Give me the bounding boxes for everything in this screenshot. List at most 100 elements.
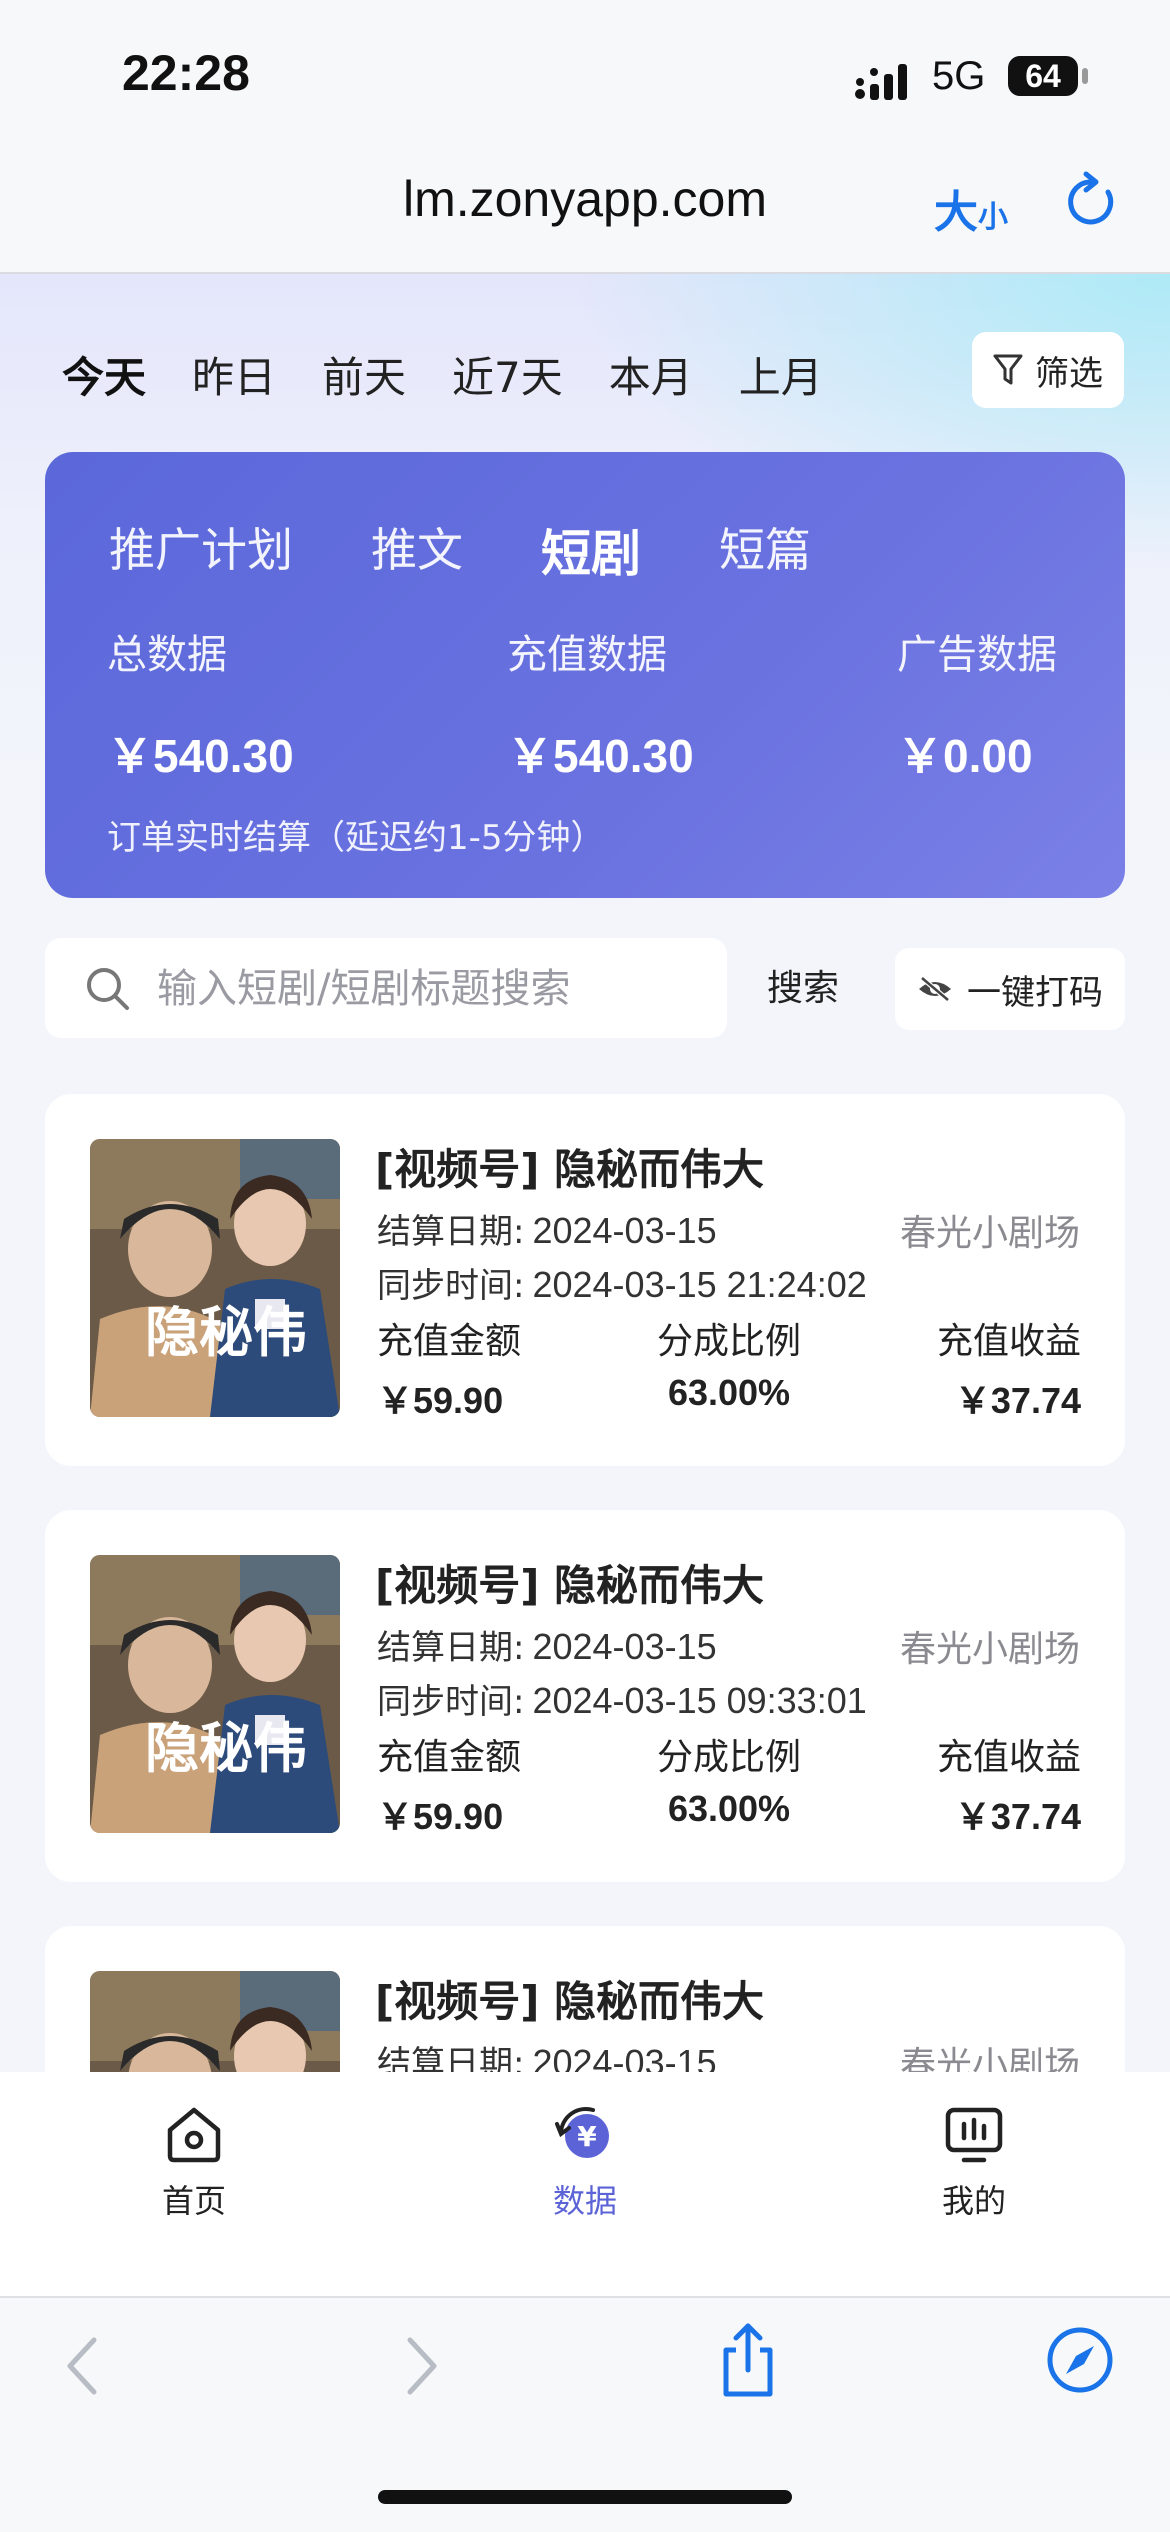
- home-icon: [167, 2107, 221, 2163]
- filter-icon: [993, 354, 1023, 385]
- tab-article[interactable]: 推文: [371, 514, 463, 586]
- stat-ads-label: 广告数据: [897, 632, 1057, 678]
- tab-home[interactable]: 首页: [94, 2102, 294, 2222]
- drama-poster: 隐秘伟: [90, 1555, 340, 1833]
- stat-ads-value: ￥0.00: [897, 730, 1033, 782]
- text-size-button[interactable]: 大小: [934, 176, 1008, 240]
- search-input[interactable]: [155, 958, 699, 1020]
- income-value: ￥37.74: [954, 1380, 1081, 1421]
- status-time: 22:28: [122, 45, 250, 101]
- order-title: [视频号] 隐秘而伟大: [375, 1145, 765, 1194]
- text-size-small: 小: [978, 200, 1008, 235]
- address-bar: lm.zonyapp.com 大小: [0, 150, 1170, 274]
- ratio-value: 63.00%: [667, 1788, 791, 1829]
- order-source: 春光小剧场: [899, 2045, 1080, 2074]
- sync-time-label: 同步时间:: [377, 1266, 525, 1306]
- stat-total-value: ￥540.30: [107, 730, 294, 782]
- filter-label: 筛选: [1035, 353, 1103, 394]
- stat-recharge-label: 充值数据: [507, 632, 667, 678]
- order-source: 春光小剧场: [899, 1213, 1080, 1254]
- sync-time-label: 同步时间:: [377, 1682, 525, 1722]
- sync-time-row: 同步时间: 2024-03-15 09:33:01: [377, 1674, 867, 1723]
- drama-poster: 隐秘伟: [90, 1139, 340, 1417]
- order-card[interactable]: [视频号] 隐秘而伟大 结算日期: 2024-03-15 春光小剧场: [45, 1926, 1125, 2074]
- order-col-headers: 充值金额 分成比例 充值收益: [377, 1728, 1081, 1780]
- stat-total: 总数据 ￥540.30: [107, 622, 294, 786]
- search-button[interactable]: 搜索: [742, 954, 864, 1024]
- tab-day-before[interactable]: 前天: [322, 344, 406, 405]
- chart-monitor-icon: [945, 2107, 1003, 2163]
- back-icon[interactable]: [62, 2334, 102, 2398]
- search-icon: [87, 968, 129, 1010]
- main-content: 今天 昨日 前天 近7天 本月 上月 筛选 推广计划 推文 短剧 短篇 总数据 …: [0, 274, 1170, 2074]
- stat-recharge-value: ￥540.30: [507, 730, 694, 782]
- amount-value: ￥59.90: [377, 1796, 504, 1837]
- tab-mine[interactable]: 我的: [874, 2102, 1074, 2222]
- tab-mine-label: 我的: [941, 2182, 1006, 2220]
- category-tabs: 推广计划 推文 短剧 短篇: [109, 514, 811, 586]
- forward-icon[interactable]: [402, 2334, 442, 2398]
- svg-text:¥: ¥: [577, 2120, 597, 2153]
- settlement-note: 订单实时结算（延迟约1-5分钟）: [107, 818, 605, 858]
- order-source: 春光小剧场: [899, 1629, 1080, 1670]
- tab-data-label: 数据: [552, 2182, 617, 2220]
- income-value: ￥37.74: [954, 1796, 1081, 1837]
- home-indicator: [378, 2490, 792, 2504]
- col-ratio: 分成比例: [656, 1321, 801, 1362]
- poster-title: 隐秘伟: [145, 1300, 307, 1364]
- tab-yesterday[interactable]: 昨日: [192, 344, 276, 405]
- sync-time-value: 2024-03-15 21:24:02: [532, 1264, 867, 1305]
- tab-home-label: 首页: [161, 2182, 226, 2220]
- stat-ads: 广告数据 ￥0.00: [897, 622, 1057, 786]
- col-amount: 充值金额: [377, 1737, 522, 1778]
- settle-date-row: 结算日期: 2024-03-15: [377, 2036, 717, 2074]
- poster-image: [90, 1971, 340, 2074]
- mask-button[interactable]: 一键打码: [895, 948, 1125, 1030]
- col-amount: 充值金额: [377, 1321, 522, 1362]
- eye-off-icon: [919, 976, 951, 1002]
- bottom-tab-bar: 首页 ¥ 数据 我的: [0, 2072, 1170, 2298]
- reload-icon[interactable]: [1064, 170, 1120, 230]
- network-type: 5G: [932, 54, 986, 98]
- stat-total-label: 总数据: [107, 632, 227, 678]
- stat-recharge: 充值数据 ￥540.30: [507, 622, 694, 786]
- settle-date-label: 结算日期:: [377, 1628, 525, 1668]
- settle-date-label: 结算日期:: [377, 2044, 525, 2074]
- text-size-big: 大: [934, 187, 978, 238]
- settle-date-row: 结算日期: 2024-03-15: [377, 1204, 717, 1253]
- tab-last-7-days[interactable]: 近7天: [452, 344, 563, 405]
- cellular-signal-icon: [855, 64, 907, 100]
- summary-card: 推广计划 推文 短剧 短篇 总数据 ￥540.30 充值数据 ￥540.30 广…: [45, 452, 1125, 898]
- tab-this-month[interactable]: 本月: [609, 344, 693, 405]
- tab-last-month[interactable]: 上月: [739, 344, 823, 405]
- tab-data[interactable]: ¥ 数据: [485, 2102, 685, 2222]
- date-tabs: 今天 昨日 前天 近7天 本月 上月: [62, 344, 823, 405]
- order-values: ￥59.90 63.00% ￥37.74: [377, 1788, 1081, 1840]
- order-values: ￥59.90 63.00% ￥37.74: [377, 1372, 1081, 1424]
- yuan-refresh-icon: ¥: [555, 2106, 609, 2158]
- col-income: 充值收益: [936, 1737, 1081, 1778]
- sync-time-row: 同步时间: 2024-03-15 21:24:02: [377, 1258, 867, 1307]
- settle-date-label: 结算日期:: [377, 1212, 525, 1252]
- search-box: [45, 938, 727, 1038]
- tab-short-story[interactable]: 短篇: [719, 514, 811, 586]
- order-col-headers: 充值金额 分成比例 充值收益: [377, 1312, 1081, 1364]
- status-bar: 22:28 5G 64: [0, 0, 1170, 150]
- order-card[interactable]: 隐秘伟 [视频号] 隐秘而伟大 结算日期: 2024-03-15 春光小剧场 同步…: [45, 1094, 1125, 1466]
- col-income: 充值收益: [936, 1321, 1081, 1362]
- filter-button[interactable]: 筛选: [972, 332, 1124, 408]
- tab-short-drama[interactable]: 短剧: [541, 514, 641, 586]
- ratio-value: 63.00%: [667, 1372, 791, 1413]
- share-icon[interactable]: [716, 2320, 780, 2400]
- battery-icon: 64: [1008, 56, 1078, 96]
- order-card[interactable]: 隐秘伟 [视频号] 隐秘而伟大 结算日期: 2024-03-15 春光小剧场 同步…: [45, 1510, 1125, 1882]
- tab-today[interactable]: 今天: [62, 344, 146, 405]
- settle-date-value: 2024-03-15: [532, 1626, 717, 1667]
- tab-promo-plan[interactable]: 推广计划: [109, 514, 293, 586]
- sync-time-value: 2024-03-15 09:33:01: [532, 1680, 867, 1721]
- battery-tip: [1082, 68, 1088, 84]
- col-ratio: 分成比例: [656, 1737, 801, 1778]
- mask-label: 一键打码: [967, 972, 1103, 1013]
- compass-icon[interactable]: [1046, 2326, 1114, 2394]
- drama-poster: [90, 1971, 340, 2074]
